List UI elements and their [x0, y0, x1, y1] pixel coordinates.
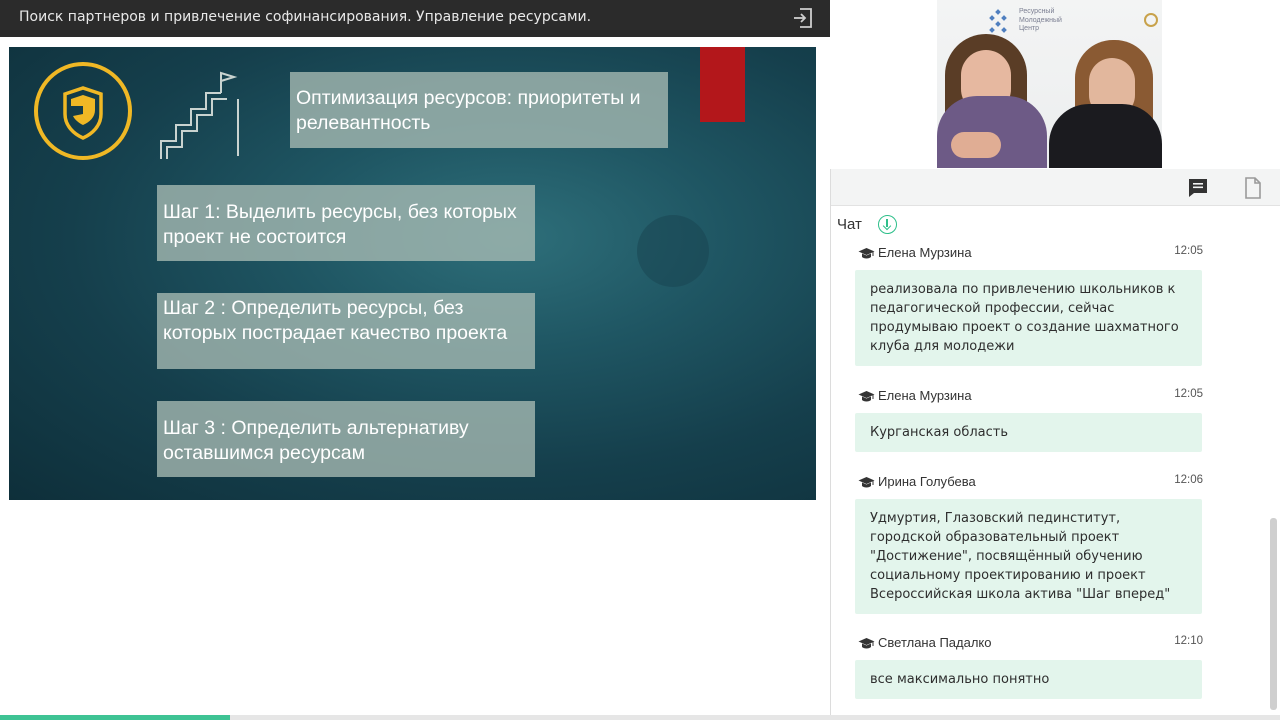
- top-bar: Поиск партнеров и привлечение софинансир…: [0, 0, 830, 37]
- chat-message: Елена Мурзина 12:05 Курганская область: [855, 387, 1203, 452]
- slide-decor-circle: [637, 215, 709, 287]
- chat-message: Ирина Голубева 12:06 Удмуртия, Глазовски…: [855, 473, 1203, 614]
- slide-step-3: Шаг 3 : Определить альтернативу оставшим…: [157, 401, 535, 477]
- chat-icon[interactable]: [1186, 176, 1210, 200]
- playback-progress[interactable]: [0, 715, 1280, 720]
- chat-message: Светлана Падалко 12:10 все максимально п…: [855, 634, 1203, 699]
- message-time: 12:05: [1174, 245, 1203, 257]
- graduation-cap-icon: [858, 477, 875, 488]
- shield-logo-icon: [34, 62, 132, 160]
- file-icon[interactable]: [1241, 176, 1265, 200]
- message-time: 12:05: [1174, 388, 1203, 400]
- download-icon[interactable]: [878, 215, 897, 234]
- side-panel: Чат Елена Мурзина 12:05 реализовала по п…: [830, 169, 1280, 720]
- graduation-cap-icon: [858, 248, 875, 259]
- banner-logo-icon: [989, 9, 1007, 33]
- banner-line-1: Ресурсный: [1019, 8, 1055, 15]
- speaker-2-body: [1049, 104, 1162, 168]
- graduation-cap-icon: [858, 638, 875, 649]
- message-bubble: Удмуртия, Глазовский пединститут, городс…: [855, 499, 1202, 614]
- message-bubble: Курганская область: [855, 413, 1202, 452]
- playback-progress-fill: [0, 715, 231, 720]
- message-author: Елена Мурзина: [878, 388, 972, 403]
- banner-line-3: Центр: [1019, 25, 1040, 32]
- banner-line-2: Молодежный: [1019, 16, 1062, 24]
- message-time: 12:06: [1174, 474, 1203, 486]
- chat-heading: Чат: [837, 216, 862, 233]
- slide-step-2: Шаг 2 : Определить ресурсы, без которых …: [157, 293, 535, 369]
- slide-step-1: Шаг 1: Выделить ресурсы, без которых про…: [157, 185, 535, 261]
- message-time: 12:10: [1174, 635, 1203, 647]
- message-bubble: все максимально понятно: [855, 660, 1202, 699]
- panel-tabs: [831, 169, 1280, 206]
- slide-heading: Оптимизация ресурсов: приоритеты и релев…: [290, 72, 668, 148]
- emblem-icon: [1144, 13, 1158, 27]
- message-author: Ирина Голубева: [878, 474, 976, 489]
- presentation-slide: Оптимизация ресурсов: приоритеты и релев…: [9, 47, 816, 500]
- speaker-video[interactable]: Ресурсный Молодежный Центр: [937, 0, 1162, 168]
- exit-icon[interactable]: [791, 6, 815, 30]
- chat-scrollbar[interactable]: [1270, 518, 1277, 710]
- banner-text: Ресурсный Молодежный Центр: [1019, 8, 1062, 34]
- graduation-cap-icon: [858, 391, 875, 402]
- speaker-1-hands: [951, 132, 1001, 158]
- slide-accent-tab: [700, 47, 745, 122]
- lesson-title: Поиск партнеров и привлечение софинансир…: [19, 9, 592, 25]
- message-bubble: реализовала по привлечению школьников к …: [855, 270, 1202, 366]
- message-author: Елена Мурзина: [878, 245, 972, 260]
- chat-message: Елена Мурзина 12:05 реализовала по привл…: [855, 244, 1203, 366]
- message-author: Светлана Падалко: [878, 635, 992, 650]
- stairs-flag-icon: [156, 71, 246, 161]
